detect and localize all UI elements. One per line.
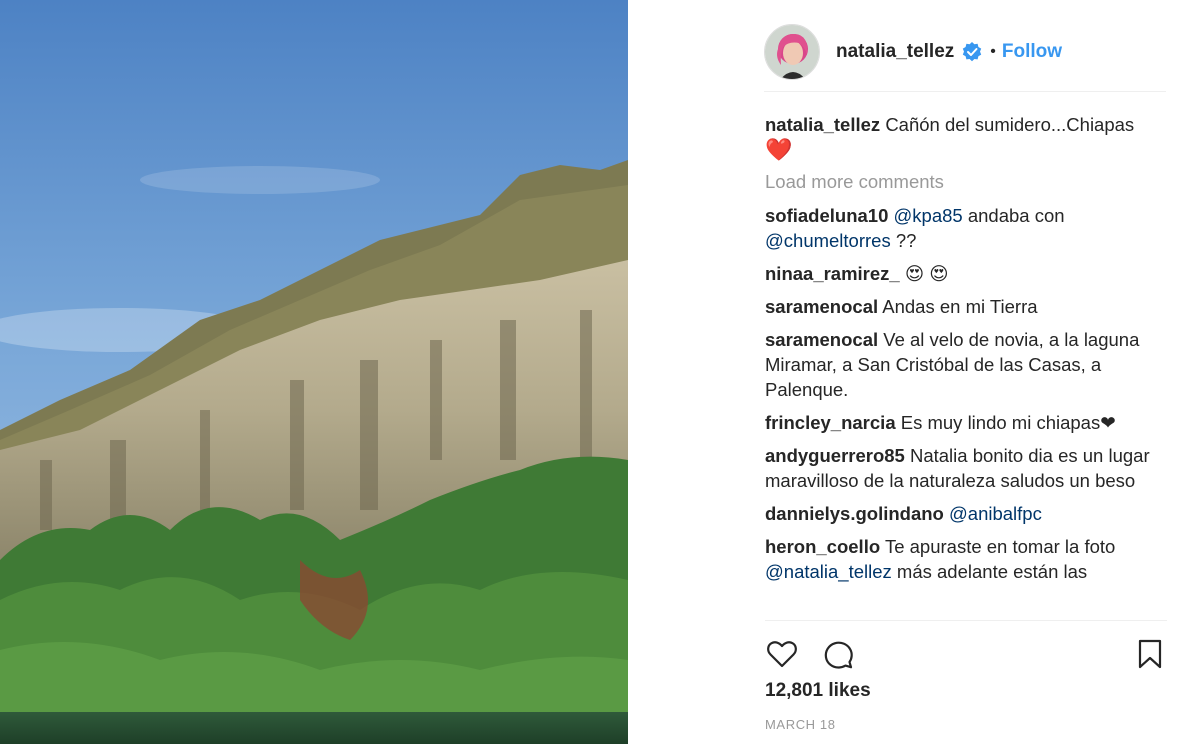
verified-badge-icon bbox=[962, 41, 982, 62]
post-side-panel: natalia_tellez • Follow natalia_tellez C… bbox=[628, 0, 1200, 744]
comment-username[interactable]: sofiadeluna10 bbox=[765, 205, 888, 226]
comment-mention[interactable]: @kpa85 bbox=[894, 205, 963, 226]
post-header: natalia_tellez • Follow bbox=[764, 12, 1166, 92]
list-item: frincley_narcia Es muy lindo mi chiapas❤ bbox=[765, 410, 1175, 435]
post-actions-bar bbox=[765, 620, 1167, 680]
comment-username[interactable]: saramenocal bbox=[765, 329, 878, 350]
comment-username[interactable]: ninaa_ramirez_ bbox=[765, 263, 900, 284]
post-caption: natalia_tellez Cañón del sumidero...Chia… bbox=[765, 112, 1175, 163]
follow-button[interactable]: Follow bbox=[1002, 41, 1062, 63]
comment-mention[interactable]: @natalia_tellez bbox=[765, 561, 892, 582]
comment-text: 😍 😍 bbox=[904, 263, 949, 284]
list-item: saramenocal Ve al velo de novia, a la la… bbox=[765, 327, 1175, 402]
caption-username[interactable]: natalia_tellez bbox=[765, 114, 880, 135]
likes-count[interactable]: 12,801 likes bbox=[765, 680, 871, 702]
heart-outline-icon[interactable] bbox=[765, 637, 799, 671]
separator-dot: • bbox=[990, 42, 996, 60]
post-photo[interactable] bbox=[0, 0, 628, 744]
comment-bubble-icon[interactable] bbox=[821, 637, 855, 671]
canyon-landscape-image bbox=[0, 0, 628, 744]
comment-text: Es muy lindo mi chiapas❤ bbox=[900, 412, 1116, 433]
comment-text: más adelante están las bbox=[891, 561, 1088, 582]
comment-username[interactable]: saramenocal bbox=[765, 296, 878, 317]
comment-text: ?? bbox=[890, 230, 917, 251]
post-date: MARCH 18 bbox=[765, 717, 836, 732]
red-heart-emoji: ❤️ bbox=[765, 137, 793, 162]
list-item: saramenocal Andas en mi Tierra bbox=[765, 294, 1175, 319]
caption-text: Cañón del sumidero...Chiapas bbox=[885, 114, 1135, 135]
bookmark-icon[interactable] bbox=[1133, 637, 1167, 671]
comment-username[interactable]: andyguerrero85 bbox=[765, 445, 905, 466]
comment-username[interactable]: frincley_narcia bbox=[765, 412, 896, 433]
list-item: andyguerrero85 Natalia bonito dia es un … bbox=[765, 443, 1175, 493]
comment-text: Te apuraste en tomar la foto bbox=[884, 536, 1116, 557]
comment-username[interactable]: dannielys.golindano bbox=[765, 503, 944, 524]
avatar[interactable] bbox=[764, 23, 820, 80]
comment-mention[interactable]: @anibalfpc bbox=[949, 503, 1042, 524]
post-author-username[interactable]: natalia_tellez bbox=[836, 41, 954, 63]
list-item: ninaa_ramirez_ 😍 😍 bbox=[765, 261, 1175, 286]
comment-username[interactable]: heron_coello bbox=[765, 536, 880, 557]
comment-text: Andas en mi Tierra bbox=[882, 296, 1038, 317]
comment-mention[interactable]: @chumeltorres bbox=[765, 230, 891, 251]
load-more-comments-button[interactable]: Load more comments bbox=[765, 169, 1175, 194]
list-item: dannielys.golindano @anibalfpc bbox=[765, 501, 1175, 526]
comment-text: andaba con bbox=[962, 205, 1065, 226]
list-item: sofiadeluna10 @kpa85 andaba con @chumelt… bbox=[765, 203, 1175, 253]
comments-list[interactable]: natalia_tellez Cañón del sumidero...Chia… bbox=[765, 112, 1175, 618]
list-item: heron_coello Te apuraste en tomar la fot… bbox=[765, 534, 1175, 584]
